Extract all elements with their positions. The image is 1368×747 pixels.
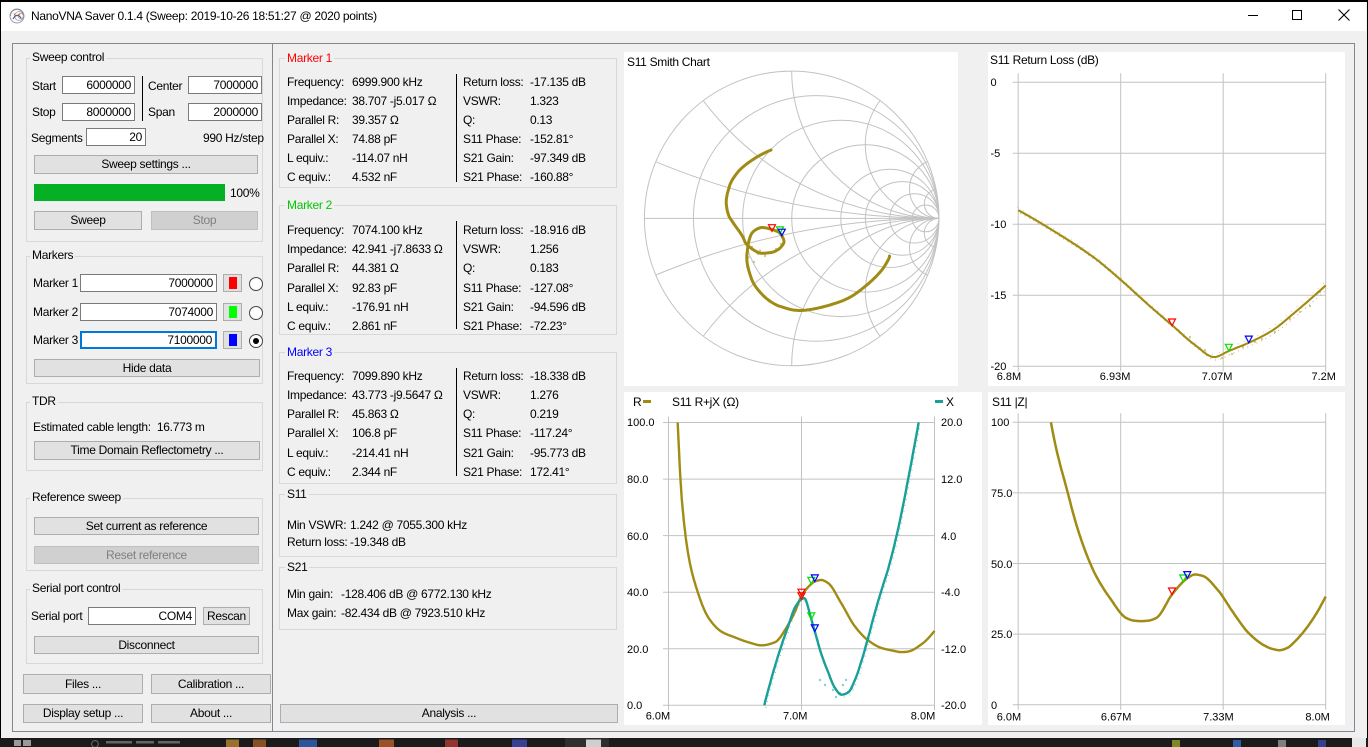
svg-text:0.0: 0.0 [627,700,642,712]
svg-text:-12.0: -12.0 [941,644,966,656]
svg-text:-5: -5 [991,148,1001,160]
svg-text:20.0: 20.0 [627,644,648,656]
svg-text:4.0: 4.0 [941,531,956,543]
svg-text:-15: -15 [991,290,1007,302]
svg-text:100.0: 100.0 [627,417,655,429]
svg-text:100: 100 [991,417,1009,429]
svg-text:-20.0: -20.0 [941,700,966,712]
svg-text:12.0: 12.0 [941,474,962,486]
svg-text:7.33M: 7.33M [1203,712,1234,724]
svg-text:0: 0 [991,77,997,89]
svg-text:25.0: 25.0 [991,629,1012,641]
svg-text:0: 0 [991,700,997,712]
svg-text:7.07M: 7.07M [1202,371,1233,383]
svg-text:6.67M: 6.67M [1101,712,1132,724]
svg-text:-10: -10 [991,219,1007,231]
svg-text:8.0M: 8.0M [1305,712,1329,724]
svg-text:6.8M: 6.8M [997,371,1021,383]
svg-text:6.93M: 6.93M [1100,371,1131,383]
svg-text:60.0: 60.0 [627,531,648,543]
svg-text:20.0: 20.0 [941,417,962,429]
svg-text:7.0M: 7.0M [783,711,807,723]
svg-text:80.0: 80.0 [627,474,648,486]
svg-text:6.0M: 6.0M [646,711,670,723]
svg-text:8.0M: 8.0M [911,711,935,723]
svg-text:7.2M: 7.2M [1312,371,1336,383]
svg-text:50.0: 50.0 [991,559,1012,571]
svg-text:75.0: 75.0 [991,488,1012,500]
svg-text:6.0M: 6.0M [997,712,1021,724]
svg-text:-4.0: -4.0 [941,587,960,599]
svg-text:40.0: 40.0 [627,587,648,599]
